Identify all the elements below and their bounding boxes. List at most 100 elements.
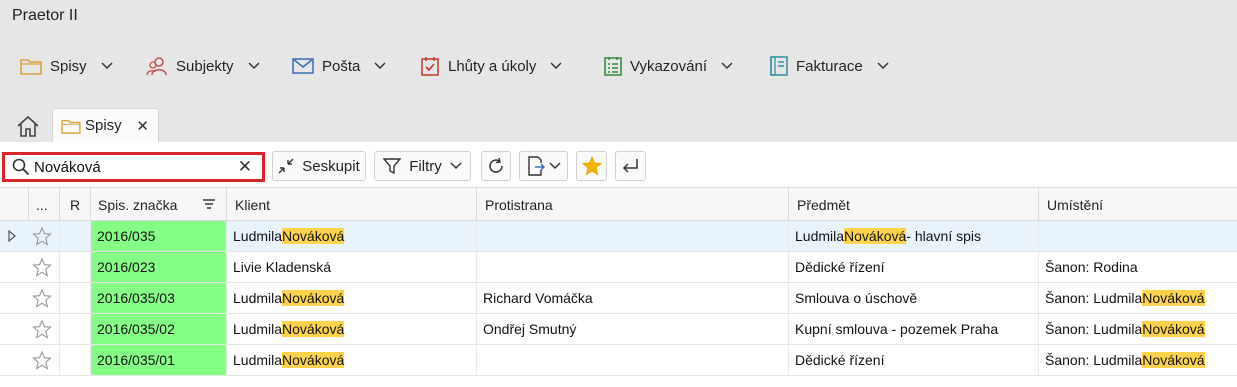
cell-spis-znacka: 2016/035/03 bbox=[90, 283, 226, 313]
cell-predmet: Dědické řízení bbox=[788, 252, 1038, 282]
home-icon bbox=[17, 115, 39, 137]
cell-text: Kupní smlouva - pozemek Praha bbox=[795, 321, 999, 337]
cell-predmet: Dědické řízení bbox=[788, 345, 1038, 375]
chevron-down-icon bbox=[248, 62, 260, 70]
column-protistrana[interactable]: Protistrana bbox=[476, 188, 788, 221]
column-umisteni[interactable]: Umístění bbox=[1038, 188, 1237, 221]
refresh-button[interactable] bbox=[481, 151, 511, 181]
cell-klient: Ludmila Nováková bbox=[226, 314, 476, 344]
search-highlight: Nováková bbox=[282, 228, 345, 244]
star-filled-icon bbox=[581, 156, 602, 176]
cell-text: Dědické řízení bbox=[795, 352, 885, 368]
toolbar: ✕ Seskupit Filtry bbox=[0, 142, 1237, 188]
column-more[interactable]: ... bbox=[28, 188, 59, 221]
cell-text: Ludmila bbox=[233, 321, 283, 337]
cell-predmet: Smlouva o úschově bbox=[788, 283, 1038, 313]
menu-posta[interactable]: Pošta bbox=[292, 48, 386, 84]
cell-predmet: Ludmila Nováková - hlavní spis bbox=[788, 221, 1038, 251]
clear-search-icon[interactable]: ✕ bbox=[238, 157, 252, 177]
people-icon bbox=[146, 57, 167, 76]
search-icon bbox=[12, 158, 30, 176]
chevron-down-icon bbox=[721, 62, 733, 70]
menu-spisy[interactable]: Spisy bbox=[20, 48, 113, 84]
search-highlight: Nováková bbox=[282, 352, 345, 368]
cell-r bbox=[59, 252, 90, 282]
group-button-label: Seskupit bbox=[302, 157, 360, 175]
column-spis-znacka[interactable]: Spis. značka bbox=[90, 188, 226, 221]
cell-text: - hlavní spis bbox=[906, 228, 981, 244]
close-icon[interactable]: ✕ bbox=[136, 117, 149, 135]
cell-text: Ludmila bbox=[795, 228, 845, 244]
favorites-button[interactable] bbox=[576, 151, 607, 181]
cell-klient: Ludmila Nováková bbox=[226, 221, 476, 251]
filter-button-label: Filtry bbox=[409, 157, 442, 175]
cell-text: Ludmila bbox=[233, 290, 283, 306]
star-outline-icon[interactable] bbox=[32, 289, 52, 308]
chevron-down-icon bbox=[877, 62, 889, 70]
star-outline-icon[interactable] bbox=[32, 227, 52, 246]
app-title: Praetor II bbox=[12, 7, 78, 24]
cell-r bbox=[59, 221, 90, 251]
export-icon bbox=[527, 156, 545, 176]
cell-klient: Livie Kladenská bbox=[226, 252, 476, 282]
cell-spis-znacka: 2016/035/01 bbox=[90, 345, 226, 375]
enter-button[interactable] bbox=[615, 151, 646, 181]
menu-vykazovani[interactable]: Vykazování bbox=[604, 48, 733, 84]
cell-klient: Ludmila Nováková bbox=[226, 345, 476, 375]
cell-text: Livie Kladenská bbox=[233, 259, 332, 275]
cell-text: Šanon: Ludmila bbox=[1045, 290, 1143, 306]
menu-spisy-label: Spisy bbox=[50, 57, 87, 75]
refresh-icon bbox=[489, 157, 503, 173]
cell-umisteni bbox=[1038, 221, 1237, 251]
tab-spisy[interactable]: Spisy ✕ bbox=[52, 108, 159, 142]
funnel-icon bbox=[383, 158, 402, 175]
search-highlight: Nováková bbox=[844, 228, 907, 244]
cell-spis-znacka: 2016/035/02 bbox=[90, 314, 226, 344]
calendar-check-icon bbox=[421, 57, 439, 76]
cell-umisteni: Šanon: Ludmila Nováková bbox=[1038, 345, 1237, 375]
home-button[interactable] bbox=[14, 114, 42, 138]
collapse-arrows-icon bbox=[278, 158, 294, 174]
table-row[interactable]: 2016/035/01 Ludmila Nováková Dědické řízen… bbox=[0, 345, 1237, 376]
cell-text: Šanon: Ludmila bbox=[1045, 352, 1143, 368]
tab-label: Spisy bbox=[85, 117, 122, 134]
sort-filter-icon[interactable] bbox=[202, 199, 216, 210]
table-row[interactable]: 2016/035 Ludmila Nováková Ludmila Nováková… bbox=[0, 221, 1237, 252]
cell-r bbox=[59, 345, 90, 375]
cell-spis-znacka: 2016/023 bbox=[90, 252, 226, 282]
chevron-down-icon bbox=[374, 62, 386, 70]
menu-fakturace[interactable]: Fakturace bbox=[770, 48, 889, 84]
filter-button[interactable]: Filtry bbox=[374, 151, 471, 181]
column-predmet[interactable]: Předmět bbox=[788, 188, 1038, 221]
search-highlight: Nováková bbox=[1142, 321, 1205, 337]
return-arrow-icon bbox=[622, 159, 638, 173]
invoice-icon bbox=[770, 56, 788, 76]
folder-icon bbox=[61, 119, 81, 134]
star-outline-icon[interactable] bbox=[32, 351, 52, 370]
column-klient[interactable]: Klient bbox=[226, 188, 476, 221]
table-row[interactable]: 2016/035/02 Ludmila Nováková Ondřej Smutný… bbox=[0, 314, 1237, 345]
search-highlight: Nováková bbox=[1142, 352, 1205, 368]
main-menu: Spisy Subjekty Pošta Lhůty a úkoly Vykaz… bbox=[0, 48, 1237, 84]
cell-text: Ludmila bbox=[233, 228, 283, 244]
menu-lhuty-a-ukoly[interactable]: Lhůty a úkoly bbox=[420, 48, 562, 84]
group-button[interactable]: Seskupit bbox=[272, 151, 366, 181]
cell-text: Dědické řízení bbox=[795, 259, 885, 275]
menu-subjekty[interactable]: Subjekty bbox=[146, 48, 260, 84]
star-outline-icon[interactable] bbox=[32, 320, 52, 339]
star-outline-icon[interactable] bbox=[32, 258, 52, 277]
chevron-down-icon bbox=[550, 62, 562, 70]
chevron-down-icon bbox=[548, 162, 561, 170]
export-button[interactable] bbox=[519, 151, 568, 181]
search-box: ✕ bbox=[2, 152, 265, 182]
envelope-icon bbox=[292, 58, 314, 74]
menu-posta-label: Pošta bbox=[322, 57, 361, 75]
search-input[interactable] bbox=[34, 158, 234, 176]
table-row[interactable]: 2016/023 Livie Kladenská Dědické řízení Šan… bbox=[0, 252, 1237, 283]
table-row[interactable]: 2016/035/03 Ludmila Nováková Richard Vomáč… bbox=[0, 283, 1237, 314]
current-row-arrow-icon bbox=[8, 230, 16, 242]
cell-umisteni: Šanon: Ludmila Nováková bbox=[1038, 283, 1237, 313]
menu-fakturace-label: Fakturace bbox=[796, 57, 863, 75]
grid-header: ... R Spis. značka Klient Protistrana Př… bbox=[0, 188, 1237, 221]
column-r[interactable]: R bbox=[59, 188, 90, 221]
